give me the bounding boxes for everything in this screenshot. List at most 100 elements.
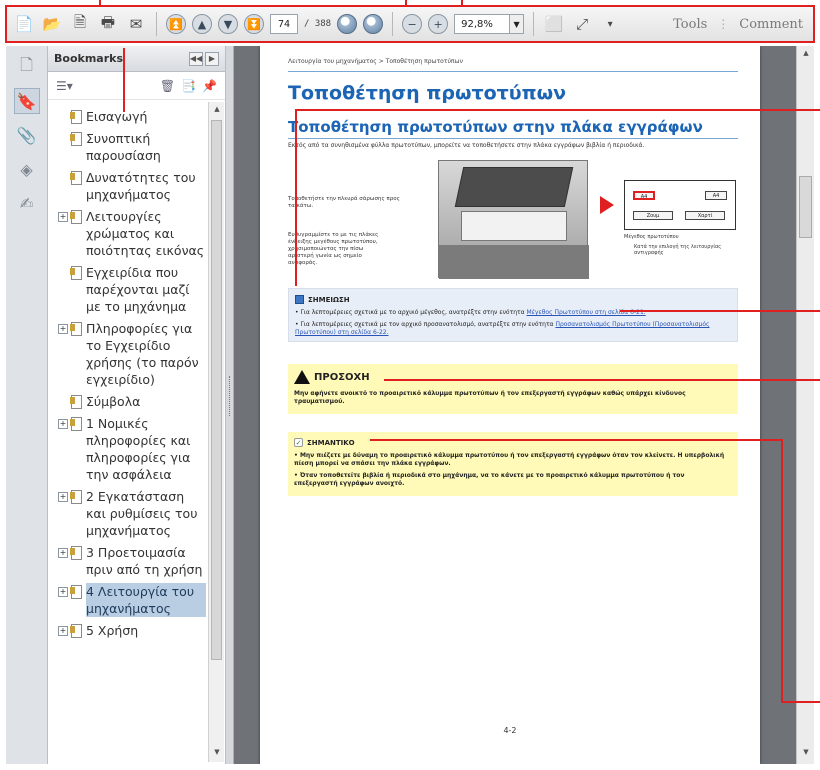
bookmark-item[interactable]: Δυνατότητες του μηχανήματος	[48, 167, 208, 206]
expand-icon[interactable]: +	[58, 324, 68, 334]
save-icon[interactable]: 🗎	[69, 13, 91, 35]
copier-body	[439, 245, 589, 279]
delete-bookmark-icon[interactable]: 🗑	[160, 79, 175, 93]
panel-button: Χαρτί	[685, 211, 725, 220]
bookmark-icon	[70, 395, 82, 409]
signatures-icon[interactable]: ✍	[14, 190, 40, 216]
scroll-up-icon[interactable]: ▲	[212, 105, 222, 115]
page-subheading: Τοποθέτηση πρωτοτύπων στην πλάκα εγγράφω…	[288, 118, 738, 139]
bookmark-label: Λειτουργίες χρώματος και ποιότητας εικόν…	[86, 209, 205, 258]
first-page-icon[interactable]: ⏫	[166, 14, 186, 34]
page-total: / 388	[304, 19, 332, 29]
page-breadcrumb: Λειτουργία του μηχανήματος > Τοποθέτηση …	[288, 58, 738, 72]
expand-icon[interactable]: +	[58, 212, 68, 222]
note-link[interactable]: Μέγεθος Πρωτοτύπου στη σελίδα 6-21.	[527, 309, 646, 316]
page-number-input[interactable]: 74	[270, 14, 298, 34]
bookmark-label: Εισαγωγή	[86, 109, 148, 124]
bookmarks-panel: Bookmarks ◀◀ ▶ ☰▾ 🗑 📑 📌 Εισαγωγή Συνοπτι…	[48, 46, 226, 764]
navigation-rail: 🗋 🔖 📎 ◈ ✍	[6, 46, 48, 764]
bookmarks-icon[interactable]: 🔖	[13, 88, 40, 114]
bookmark-icon	[70, 171, 82, 185]
illustration-caption: Τοποθετήστε την πλευρά σάρωσης προς τα κ…	[288, 196, 400, 209]
attachments-icon[interactable]: 📎	[14, 122, 40, 148]
bookmarks-header: Bookmarks ◀◀ ▶	[48, 46, 225, 72]
bookmark-label: Σύμβολα	[86, 394, 141, 409]
previous-page-icon[interactable]: ▲	[192, 14, 212, 34]
toolbar-divider	[533, 12, 535, 36]
expand-icon[interactable]: +	[58, 626, 68, 636]
bookmark-icon	[70, 546, 82, 560]
bookmarks-scrollbar[interactable]: ▲ ▼	[208, 102, 224, 762]
illustration-caption: Ευθυγραμμίστε το με τις πλάκες ένδειξης …	[288, 232, 379, 266]
panel-options-icon[interactable]: ▶	[205, 51, 219, 66]
arrow-right-icon	[600, 196, 614, 214]
collapse-panel-icon[interactable]: ◀◀	[189, 51, 203, 66]
bookmark-label: 4 Λειτουργία του μηχανήματος	[86, 583, 206, 617]
expand-icon[interactable]: +	[58, 419, 68, 429]
bookmark-item[interactable]: + Πληροφορίες για το Εγχειρίδιο χρήσης (…	[48, 318, 208, 391]
next-page-icon[interactable]: ▼	[218, 14, 238, 34]
email-icon[interactable]: ✉	[125, 13, 147, 35]
document-scrollbar[interactable]: ▲ ▼	[796, 46, 814, 764]
panel-splitter[interactable]	[226, 46, 234, 764]
expand-icon[interactable]: +	[58, 492, 68, 502]
previous-view-icon[interactable]	[337, 14, 358, 34]
note-icon	[295, 295, 304, 304]
scroll-down-icon[interactable]: ▼	[801, 748, 811, 758]
last-page-icon[interactable]: ⏬	[244, 14, 264, 34]
next-view-icon[interactable]	[363, 14, 384, 34]
bookmark-options-icon[interactable]: ☰▾	[56, 79, 73, 93]
note-header: ΣΗΜΕΙΩΣΗ	[295, 295, 350, 304]
scrollbar-thumb[interactable]	[211, 120, 222, 660]
scroll-down-icon[interactable]: ▼	[212, 748, 222, 758]
bookmark-icon	[70, 110, 82, 124]
caution-box: ΠΡΟΣΟΧΗ Μην αφήνετε ανοικτό το προαιρετι…	[288, 364, 738, 414]
scrollbar-thumb[interactable]	[799, 176, 812, 238]
splitter-grip[interactable]	[229, 376, 231, 416]
bookmark-item[interactable]: + 5 Χρήση	[48, 620, 208, 642]
page-thumbnails-icon[interactable]: 🗋	[14, 54, 40, 80]
link-divider: ⋮	[717, 17, 730, 31]
tools-link[interactable]: Tools	[673, 17, 707, 32]
more-options-icon[interactable]: ▾	[599, 13, 621, 35]
bookmark-item[interactable]: + 2 Εγκατάσταση και ρυθμίσεις του μηχανή…	[48, 486, 208, 542]
scroll-up-icon[interactable]: ▲	[801, 49, 811, 59]
bookmark-item-selected[interactable]: + 4 Λειτουργία του μηχανήματος	[48, 581, 208, 620]
zoom-out-icon[interactable]: −	[402, 14, 423, 34]
bookmark-label: Εγχειρίδια που παρέχονται μαζί με το μηχ…	[86, 265, 190, 314]
panel-button: A4	[633, 191, 655, 200]
bookmark-item[interactable]: + Λειτουργίες χρώματος και ποιότητας εικ…	[48, 206, 208, 262]
expand-icon[interactable]: +	[58, 587, 68, 597]
bookmark-item[interactable]: + 1 Νομικές πληροφορίες και πληροφορίες …	[48, 413, 208, 486]
open-icon[interactable]: 📂	[41, 13, 63, 35]
fit-page-icon[interactable]: ⬜	[543, 13, 565, 35]
zoom-select[interactable]: 92,8% ▼	[454, 14, 525, 34]
toolbar-divider	[156, 12, 157, 36]
expand-icon[interactable]: ⤢	[571, 13, 593, 35]
bookmark-item[interactable]: + 3 Προετοιμασία πριν από τη χρήση	[48, 542, 208, 581]
bookmark-label: 1 Νομικές πληροφορίες και πληροφορίες γι…	[86, 416, 191, 482]
zoom-value[interactable]: 92,8%	[454, 14, 511, 34]
print-icon[interactable]: 🖶	[97, 13, 119, 35]
control-panel-illustration: A4 A4 Ζουμ Χαρτί	[624, 180, 736, 230]
layers-icon[interactable]: ◈	[14, 156, 40, 182]
create-icon[interactable]: 📄	[13, 13, 35, 35]
bookmark-icon	[70, 624, 82, 638]
important-box: ✓ ΣΗΜΑΝΤΙΚΟ • Μην πιέζετε με δύναμη το π…	[288, 432, 738, 496]
note-text: Για λεπτομέρειες σχετικά με τον αρχικό π…	[300, 321, 554, 328]
bookmark-icon	[70, 585, 82, 599]
bookmark-item[interactable]: Εγχειρίδια που παρέχονται μαζί με το μηχ…	[48, 262, 208, 318]
bookmark-item[interactable]: Σύμβολα	[48, 391, 208, 413]
important-text: Όταν τοποθετείτε βιβλία ή περιοδικά στο …	[294, 472, 685, 487]
comment-link[interactable]: Comment	[739, 17, 803, 32]
important-text: Μην πιέζετε με δύναμη το προαιρετικό κάλ…	[294, 452, 725, 467]
bookmark-item[interactable]: Εισαγωγή	[48, 106, 208, 128]
chevron-down-icon[interactable]: ▼	[510, 14, 525, 34]
expand-icon[interactable]: +	[58, 548, 68, 558]
new-bookmark-icon[interactable]: 📑	[181, 79, 196, 93]
expand-bookmark-icon[interactable]: 📌	[202, 79, 217, 93]
bookmark-item[interactable]: Συνοπτική παρουσίαση	[48, 128, 208, 167]
zoom-in-icon[interactable]: +	[428, 14, 449, 34]
bookmark-icon	[70, 266, 82, 280]
